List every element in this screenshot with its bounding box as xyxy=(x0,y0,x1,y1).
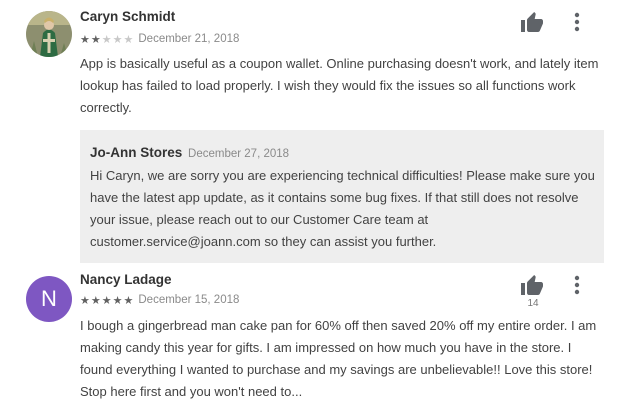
reply-developer-line: Jo-Ann Stores December 27, 2018 xyxy=(90,145,289,160)
reply-date: December 27, 2018 xyxy=(188,148,290,160)
star-rating: ★★★★★ xyxy=(80,30,134,48)
profile-photo-icon xyxy=(26,11,72,57)
review-text: I bough a gingerbread man cake pan for 6… xyxy=(80,318,597,399)
reply-text: Hi Caryn, we are sorry you are experienc… xyxy=(90,168,595,249)
rating-line: ★★★★★ December 15, 2018 xyxy=(80,293,239,307)
star-filled-icon: ★ xyxy=(80,295,91,307)
star-rating: ★★★★★ xyxy=(80,291,134,309)
thumbs-up-icon[interactable] xyxy=(519,274,545,298)
review-author: Nancy Ladage xyxy=(80,272,172,287)
avatar[interactable]: N xyxy=(26,276,72,322)
star-filled-icon: ★ xyxy=(101,295,113,307)
more-vert-icon[interactable] xyxy=(567,10,587,34)
review-date: December 21, 2018 xyxy=(138,33,240,45)
star-empty-icon: ★ xyxy=(112,34,124,46)
review-text: App is basically useful as a coupon wall… xyxy=(80,56,599,115)
star-filled-icon: ★ xyxy=(80,34,91,46)
avatar-initial: N xyxy=(41,286,57,311)
star-filled-icon: ★ xyxy=(112,295,124,307)
helpful-count: 14 xyxy=(527,298,539,309)
star-empty-icon: ★ xyxy=(101,34,113,46)
more-vert-icon[interactable] xyxy=(567,273,587,297)
thumbs-up-icon[interactable] xyxy=(519,11,545,35)
star-empty-icon: ★ xyxy=(123,34,135,46)
review-date: December 15, 2018 xyxy=(138,294,240,306)
review-author: Caryn Schmidt xyxy=(80,9,176,24)
star-filled-icon: ★ xyxy=(90,295,102,307)
star-filled-icon: ★ xyxy=(90,34,102,46)
developer-reply: Jo-Ann Stores December 27, 2018 Hi Caryn… xyxy=(80,130,604,263)
rating-line: ★★★★★ December 21, 2018 xyxy=(80,32,239,46)
reply-developer-name: Jo-Ann Stores xyxy=(90,145,183,160)
review-item: N Nancy Ladage ★★★★★ December 15, 2018 I… xyxy=(0,264,628,409)
avatar[interactable] xyxy=(26,11,72,57)
star-filled-icon: ★ xyxy=(123,295,135,307)
review-item: Caryn Schmidt ★★★★★ December 21, 2018 Ap… xyxy=(0,0,628,263)
